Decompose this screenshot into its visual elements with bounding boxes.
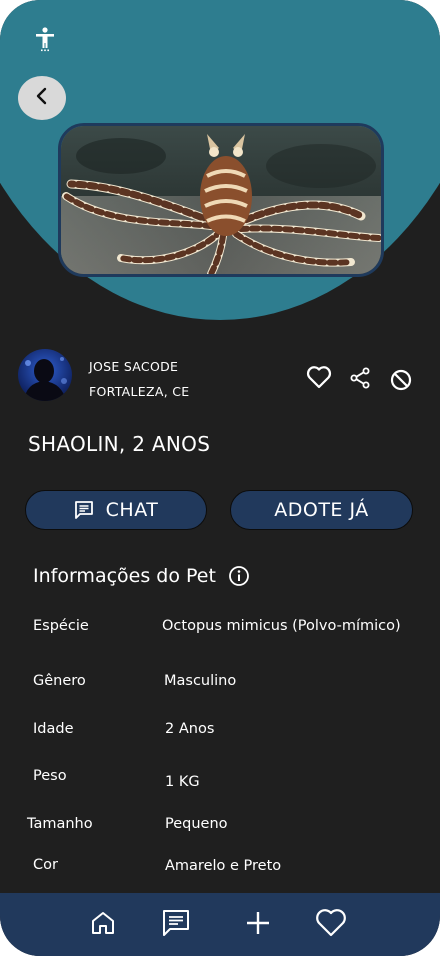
pet-photo — [58, 123, 384, 277]
chat-button-label: CHAT — [105, 499, 159, 521]
info-value-species: Octopus mimicus (Polvo-mímico) — [162, 618, 401, 634]
adopt-button-label: ADOTE JÁ — [274, 499, 369, 521]
info-label-color: Cor — [33, 857, 58, 873]
info-value-gender: Masculino — [164, 673, 237, 689]
message-icon — [161, 908, 191, 938]
info-section-title: Informações do Pet — [33, 565, 250, 587]
info-value-size: Pequeno — [165, 816, 228, 832]
share-icon — [349, 367, 371, 393]
owner-avatar[interactable] — [18, 349, 72, 401]
block-button[interactable] — [388, 369, 414, 395]
phone-screen: JOSE SACODE FORTALEZA, CE SHAOLIN, 2 ANO… — [0, 0, 440, 956]
owner-name: JOSE SACODE — [89, 359, 179, 374]
heart-icon — [315, 908, 347, 938]
nav-home-button[interactable] — [85, 905, 121, 941]
info-value-age: 2 Anos — [165, 721, 215, 737]
info-value-color: Amarelo e Preto — [165, 858, 282, 874]
adopt-button[interactable]: ADOTE JÁ — [230, 490, 413, 530]
share-button[interactable] — [348, 367, 372, 393]
heart-icon — [306, 365, 332, 393]
info-label-age: Idade — [33, 721, 74, 737]
info-label-species: Espécie — [33, 618, 89, 634]
info-label-gender: Gênero — [33, 673, 86, 689]
info-value-weight: 1 KG — [165, 774, 200, 790]
nav-messages-button[interactable] — [158, 905, 194, 941]
pet-title: SHAOLIN, 2 ANOS — [28, 432, 211, 456]
info-section-label: Informações do Pet — [33, 565, 216, 587]
nav-add-button[interactable] — [240, 905, 276, 941]
bottom-navbar — [0, 893, 440, 956]
info-icon[interactable] — [228, 565, 250, 587]
owner-location: FORTALEZA, CE — [89, 384, 190, 399]
chat-button[interactable]: CHAT — [25, 490, 207, 530]
message-icon — [74, 500, 94, 520]
nav-favorites-button[interactable] — [313, 905, 349, 941]
home-icon — [89, 909, 117, 937]
plus-icon — [245, 910, 271, 936]
chevron-left-icon — [32, 86, 52, 110]
favorite-button[interactable] — [305, 366, 333, 392]
info-label-weight: Peso — [33, 768, 67, 784]
block-icon — [389, 368, 413, 396]
back-button[interactable] — [18, 76, 66, 120]
accessibility-icon[interactable] — [32, 26, 58, 52]
info-label-size: Tamanho — [27, 816, 93, 832]
